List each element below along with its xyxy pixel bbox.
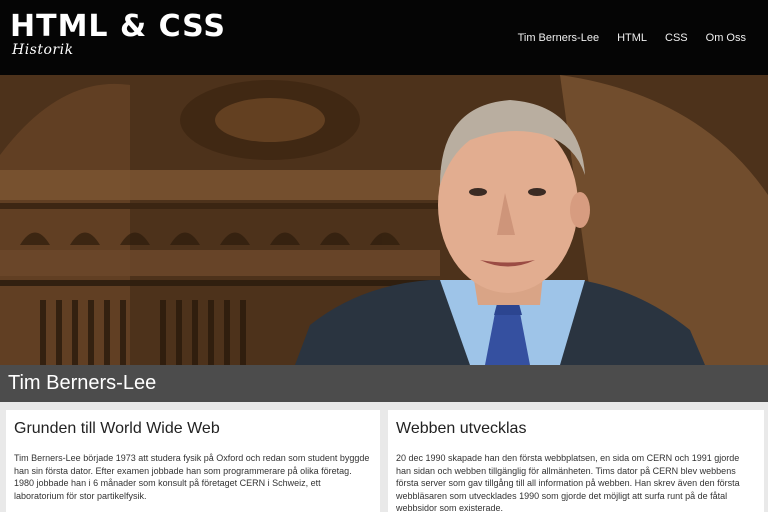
- nav-item-om-oss[interactable]: Om Oss: [706, 32, 746, 44]
- main-nav: Tim Berners-Lee HTML CSS Om Oss: [518, 32, 746, 44]
- card-text: 20 dec 1990 skapade han den första webbp…: [396, 453, 740, 512]
- logo-subtitle[interactable]: Historik: [12, 42, 74, 58]
- page-title: Tim Berners-Lee: [8, 372, 157, 394]
- nav-item-tim-berners-lee[interactable]: Tim Berners-Lee: [518, 32, 600, 44]
- card-heading: Webben utvecklas: [396, 420, 527, 437]
- logo-title[interactable]: HTML & CSS: [10, 10, 226, 44]
- portrait-photo-icon: [0, 75, 768, 365]
- card-world-wide-web: Grunden till World Wide Web Tim Berners-…: [6, 410, 380, 512]
- card-text: Tim Berners-Lee började 1973 att studera…: [14, 453, 370, 501]
- hero-image: [0, 75, 768, 365]
- card-heading: Grunden till World Wide Web: [14, 420, 220, 437]
- section-title-bar: Tim Berners-Lee: [0, 365, 768, 402]
- card-webben-utvecklas: Webben utvecklas 20 dec 1990 skapade han…: [388, 410, 764, 512]
- nav-item-html[interactable]: HTML: [617, 32, 647, 44]
- site-header: HTML & CSS Historik Tim Berners-Lee HTML…: [0, 0, 768, 75]
- nav-item-css[interactable]: CSS: [665, 32, 688, 44]
